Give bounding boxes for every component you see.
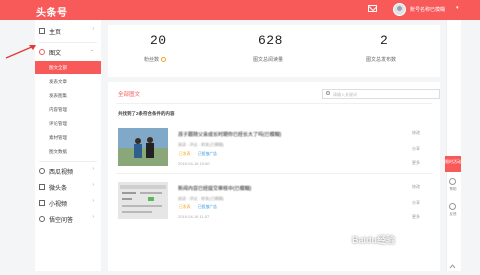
share-button[interactable]: 分享 [412,146,420,152]
total-reads-label: 图文总阅读量 [253,57,284,63]
promo-badge[interactable]: 限时活动 [445,156,461,172]
followers-label: 粉丝数 [144,56,167,63]
short-video-icon [39,200,45,206]
screenshot-image [120,185,166,213]
sidebar-item-short-video[interactable]: 小视频 › [35,195,101,211]
divider [116,173,432,174]
search-input[interactable]: 请输入关键词 [322,89,440,99]
status-badge: 已发表 [179,205,191,209]
sidebar-item-label: 微头条 [49,186,68,192]
video-icon [39,168,45,174]
sidebar-item-home[interactable]: 主页 › [35,23,101,39]
share-button[interactable]: 分享 [412,200,420,206]
annotation-arrow [5,45,36,59]
qa-icon [39,216,45,222]
total-published-label: 图文总发布数 [366,57,397,63]
tab-all-articles[interactable]: 全部图文 [118,90,140,98]
chevron-right-icon: › [92,26,94,32]
photo-image [118,128,168,166]
chevron-right-icon: › [92,198,94,204]
right-float-panel [446,20,461,271]
sidebar-item-label: 主页 [49,30,62,36]
more-button[interactable]: 更多 [412,160,420,166]
sidebar-item-article[interactable]: 图文 ⌄ [35,44,101,60]
sidebar-subitem-publish-article[interactable]: 发表文章 [35,75,101,88]
chevron-right-icon: › [92,166,94,172]
mail-icon[interactable] [368,5,377,12]
search-icon [326,91,330,95]
sidebar-item-label: 小视频 [49,202,68,208]
article-thumbnail[interactable] [118,182,168,219]
divider [39,42,97,43]
back-to-top-icon[interactable] [449,257,456,269]
edit-button[interactable]: 修改 [412,184,420,190]
feedback-icon[interactable] [449,203,456,210]
search-placeholder: 请输入关键词 [333,91,357,97]
avatar[interactable] [393,3,406,16]
chevron-down-icon[interactable]: ▾ [456,5,459,11]
article-thumbnail[interactable] [118,128,168,166]
micro-headline-icon [39,184,45,190]
status-badge: 已发表 [179,152,191,156]
total-published-count: 2 [380,33,389,48]
sidebar-subitem-all-articles[interactable]: 图文全部 [35,61,101,74]
article-meta: 阅读 · 评论 · 转发(已模糊) [178,196,224,201]
help-icon[interactable] [449,178,456,185]
edit-button[interactable]: 修改 [412,130,420,136]
sidebar: 主页 › 图文 ⌄ 图文全部 发表文章 发表图集 内容管理 评论管理 素材管理 … [35,20,101,271]
sidebar-subitem-content-manage[interactable]: 内容管理 [35,103,101,116]
divider [116,103,432,104]
total-reads-count: 628 [258,33,283,48]
article-title[interactable]: 新闻内容已经提交审核中(已模糊) [178,185,251,192]
ad-badge: 已投放广告 [198,152,217,156]
watermark: Baidu经验 [352,235,396,245]
sidebar-item-xigua-video[interactable]: 西瓜视频 › [35,163,101,179]
sidebar-subitem-comment-manage[interactable]: 评论管理 [35,117,101,130]
top-bar [0,0,480,20]
chevron-right-icon: › [92,182,94,188]
home-icon [39,28,45,34]
sidebar-item-micro-headline[interactable]: 微头条 › [35,179,101,195]
chevron-down-icon: ⌄ [89,47,94,53]
followers-count: 20 [150,33,167,48]
sidebar-item-label: 图文 [49,51,62,57]
divider [39,161,97,162]
article-date: 2019-04-18 10:50 [178,161,210,166]
article-meta: 阅读 · 评论 · 转发(已模糊) [178,142,224,147]
sidebar-item-wukong-qa[interactable]: 悟空问答 › [35,211,101,227]
app-logo[interactable]: 头条号 [36,4,68,19]
more-button[interactable]: 更多 [412,214,420,220]
sidebar-item-label: 悟空问答 [49,218,74,224]
user-name[interactable]: 账号名称已模糊 [410,6,445,13]
info-icon[interactable] [161,57,167,62]
article-date: 2019-04-16 11:07 [178,214,210,219]
sidebar-subitem-material-manage[interactable]: 素材管理 [35,131,101,144]
result-count: 共找到了2条符合条件的内容 [118,111,175,116]
sidebar-subitem-article-data[interactable]: 图文数据 [35,145,101,158]
sidebar-item-label: 西瓜视频 [49,170,74,176]
article-title[interactable]: 孩子跟随父亲成长时期你已经长大了吗(已模糊) [178,131,281,138]
sidebar-subitem-publish-gallery[interactable]: 发表图集 [35,89,101,102]
ad-badge: 已投放广告 [198,205,217,209]
chevron-right-icon: › [92,214,94,220]
feedback-label[interactable]: 反馈 [447,212,459,216]
help-label[interactable]: 帮助 [447,187,459,191]
